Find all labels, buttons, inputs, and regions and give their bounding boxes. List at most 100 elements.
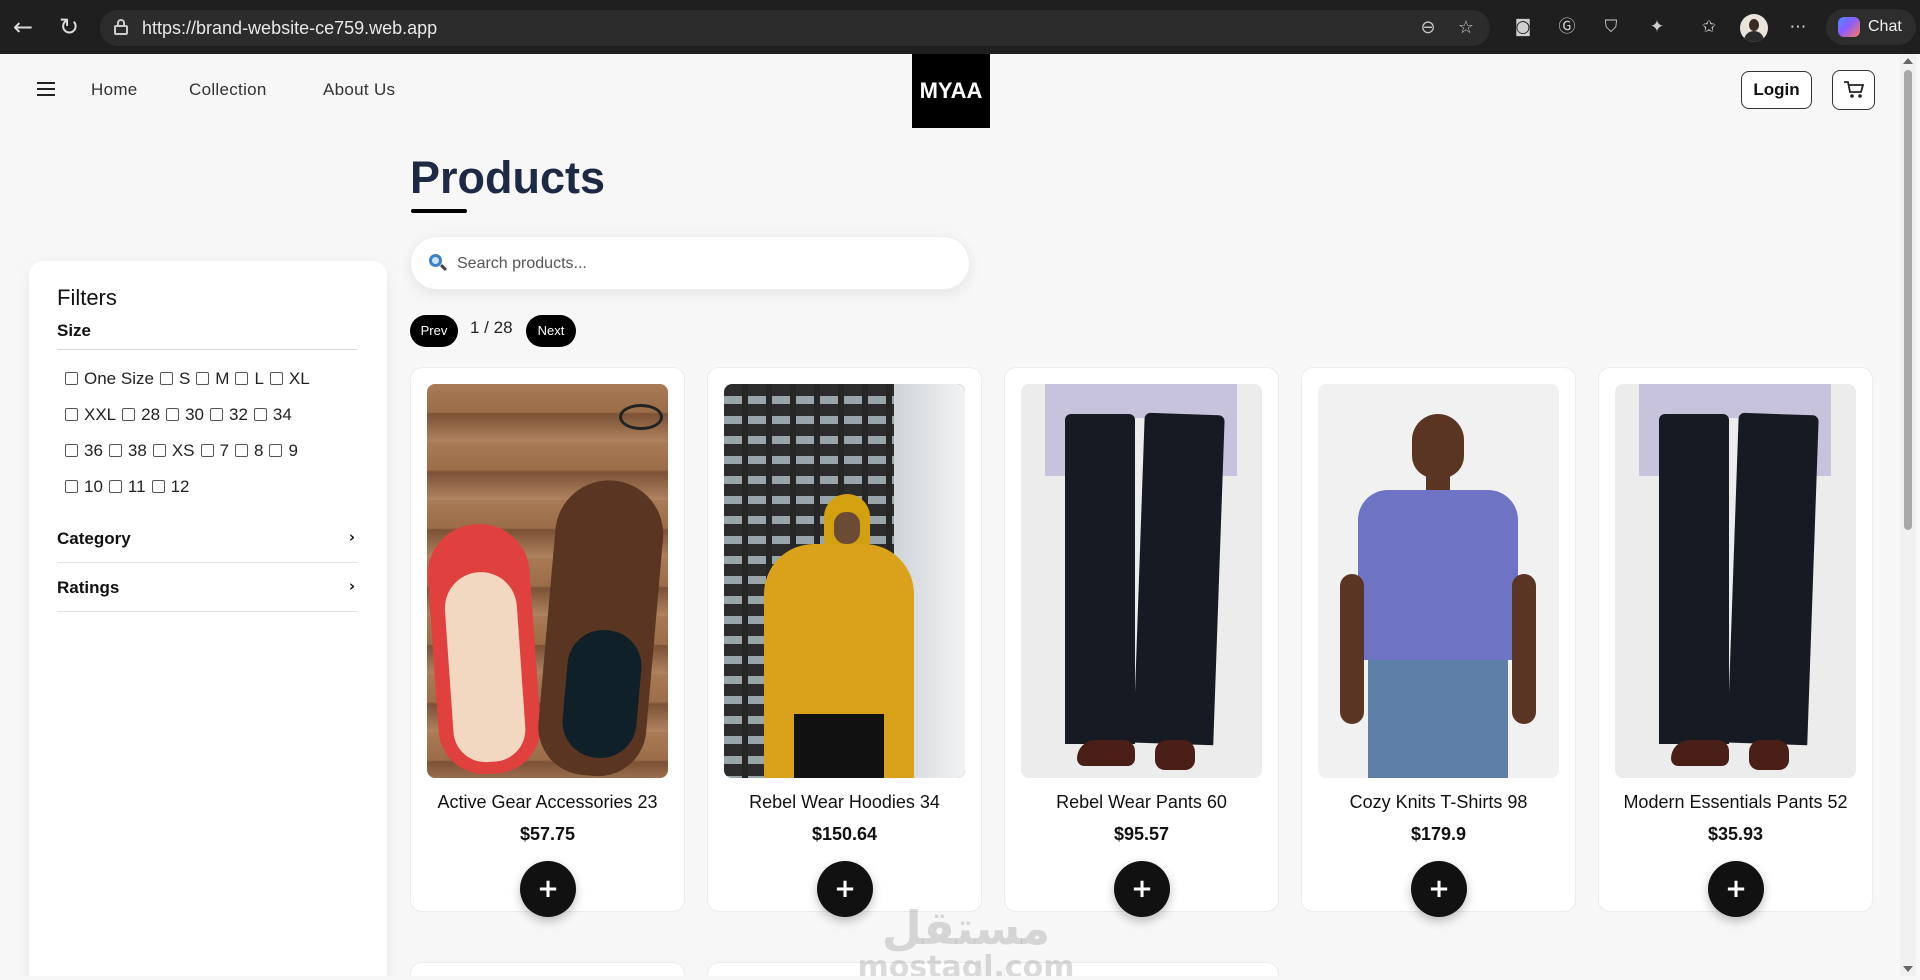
next-button[interactable]: Next — [526, 315, 576, 347]
back-icon[interactable]: ← — [10, 12, 36, 42]
size-checkbox[interactable] — [159, 372, 173, 385]
size-option[interactable]: 30 — [166, 405, 204, 441]
product-name[interactable]: Modern Essentials Pants 52 — [1599, 792, 1872, 813]
size-option[interactable]: 34 — [253, 405, 292, 441]
camera-icon[interactable]: ◙ — [1511, 15, 1535, 39]
size-option[interactable]: S — [159, 369, 191, 405]
scroll-down-icon[interactable] — [1903, 966, 1913, 972]
size-option[interactable]: One Size — [65, 369, 154, 405]
scroll-thumb[interactable] — [1904, 70, 1912, 530]
size-checkbox[interactable] — [151, 480, 165, 493]
product-card[interactable]: Rebel Wear Hoodies 34 $150.64 + — [707, 367, 982, 917]
size-option[interactable]: L — [235, 369, 264, 405]
watermark-latin: mostaql.com — [857, 950, 1075, 977]
size-checkbox[interactable] — [209, 408, 223, 421]
more-menu-icon[interactable]: ⋯ — [1786, 15, 1810, 39]
size-label: XS — [171, 441, 195, 460]
size-checkbox[interactable] — [122, 408, 136, 421]
size-label: XL — [288, 369, 310, 388]
chat-button[interactable]: Chat — [1826, 9, 1916, 45]
category-filter[interactable]: Category › — [57, 515, 357, 563]
size-checkbox[interactable] — [65, 408, 78, 421]
address-bar[interactable]: https://brand-website-ce759.web.app ⊖ ☆ — [100, 10, 1490, 46]
size-option[interactable]: 32 — [209, 405, 248, 441]
size-checkbox[interactable] — [65, 372, 78, 385]
brand-logo[interactable]: MYAA — [912, 54, 990, 128]
search-input[interactable] — [457, 251, 947, 277]
size-option[interactable]: 10 — [65, 477, 103, 513]
add-to-cart-button[interactable]: + — [1114, 861, 1170, 917]
product-image[interactable] — [1021, 384, 1262, 778]
product-image[interactable] — [724, 384, 965, 778]
size-checkbox[interactable] — [108, 480, 122, 493]
product-card[interactable]: Rebel Wear Pants 60 $95.57 + — [1004, 367, 1279, 917]
grammarly-icon[interactable]: Ⓖ — [1555, 15, 1579, 39]
size-checkbox[interactable] — [65, 480, 78, 493]
size-option[interactable]: 9 — [269, 441, 298, 477]
nav-about-us[interactable]: About Us — [323, 80, 395, 100]
size-option[interactable]: 12 — [151, 477, 190, 513]
size-checkbox[interactable] — [196, 372, 210, 385]
reload-icon[interactable]: ↻ — [56, 12, 82, 42]
size-label: 10 — [84, 477, 103, 496]
size-option[interactable]: 28 — [122, 405, 160, 441]
size-heading: Size — [57, 321, 357, 350]
favorites-icon[interactable]: ✩ — [1697, 15, 1721, 39]
ratings-filter[interactable]: Ratings › — [57, 564, 357, 612]
profile-avatar[interactable] — [1740, 14, 1768, 42]
size-label: 30 — [185, 405, 204, 424]
menu-icon[interactable] — [37, 82, 55, 96]
size-checkbox[interactable] — [253, 408, 267, 421]
product-card[interactable] — [410, 962, 685, 976]
add-to-cart-button[interactable]: + — [520, 861, 576, 917]
size-checkbox[interactable] — [65, 444, 78, 457]
nav-collection[interactable]: Collection — [189, 80, 267, 100]
size-checkbox[interactable] — [166, 408, 180, 421]
size-option[interactable]: 8 — [235, 441, 263, 477]
size-checkbox[interactable] — [200, 444, 214, 457]
size-checkbox[interactable] — [269, 372, 283, 385]
size-label: S — [178, 369, 191, 388]
product-name[interactable]: Rebel Wear Pants 60 — [1005, 792, 1278, 813]
product-card[interactable]: Modern Essentials Pants 52 $35.93 + — [1598, 367, 1873, 917]
add-to-cart-button[interactable]: + — [1411, 861, 1467, 917]
scroll-up-icon[interactable] — [1903, 58, 1913, 64]
extensions-icon[interactable]: ✦ — [1645, 15, 1669, 39]
size-option[interactable]: XXL — [65, 405, 116, 441]
login-button[interactable]: Login — [1741, 71, 1812, 109]
ublock-icon[interactable]: ⛉ — [1599, 15, 1623, 39]
product-price: $150.64 — [811, 824, 878, 844]
cart-button[interactable] — [1832, 70, 1875, 110]
nav-home[interactable]: Home — [91, 80, 138, 100]
product-name[interactable]: Rebel Wear Hoodies 34 — [708, 792, 981, 813]
zoom-icon[interactable]: ⊖ — [1416, 16, 1440, 40]
size-option[interactable]: XS — [152, 441, 195, 477]
product-name[interactable]: Active Gear Accessories 23 — [411, 792, 684, 813]
product-image[interactable] — [1318, 384, 1559, 778]
size-checkbox[interactable] — [235, 444, 248, 457]
watermark: مستقل mostaql.com — [851, 904, 1081, 976]
filters-panel: Filters Size One Size S M L XL XXL 28 30 32 34 36 3… — [29, 261, 387, 976]
size-option[interactable]: 7 — [200, 441, 229, 477]
add-to-cart-button[interactable]: + — [1708, 861, 1764, 917]
search-bar[interactable] — [410, 236, 970, 290]
size-option[interactable]: XL — [269, 369, 310, 405]
size-checkbox[interactable] — [269, 444, 283, 457]
product-image[interactable] — [427, 384, 668, 778]
size-option[interactable]: M — [196, 369, 229, 405]
favorite-star-icon[interactable]: ☆ — [1454, 16, 1478, 40]
prev-button[interactable]: Prev — [410, 315, 458, 347]
page-viewport: Home Collection About Us MYAA Login Filt… — [6, 54, 1896, 976]
product-name[interactable]: Cozy Knits T-Shirts 98 — [1302, 792, 1575, 813]
size-checkbox[interactable] — [235, 372, 249, 385]
product-image[interactable] — [1615, 384, 1856, 778]
size-option[interactable]: 36 — [65, 441, 103, 477]
product-card[interactable]: Cozy Knits T-Shirts 98 $179.9 + — [1301, 367, 1576, 917]
size-option[interactable]: 11 — [108, 477, 146, 513]
chevron-right-icon: › — [348, 577, 355, 595]
product-card[interactable]: Active Gear Accessories 23 $57.75 + — [410, 367, 685, 917]
size-checkbox[interactable] — [152, 444, 166, 457]
page-scrollbar[interactable] — [1900, 54, 1916, 976]
size-option[interactable]: 38 — [108, 441, 147, 477]
size-checkbox[interactable] — [108, 444, 122, 457]
